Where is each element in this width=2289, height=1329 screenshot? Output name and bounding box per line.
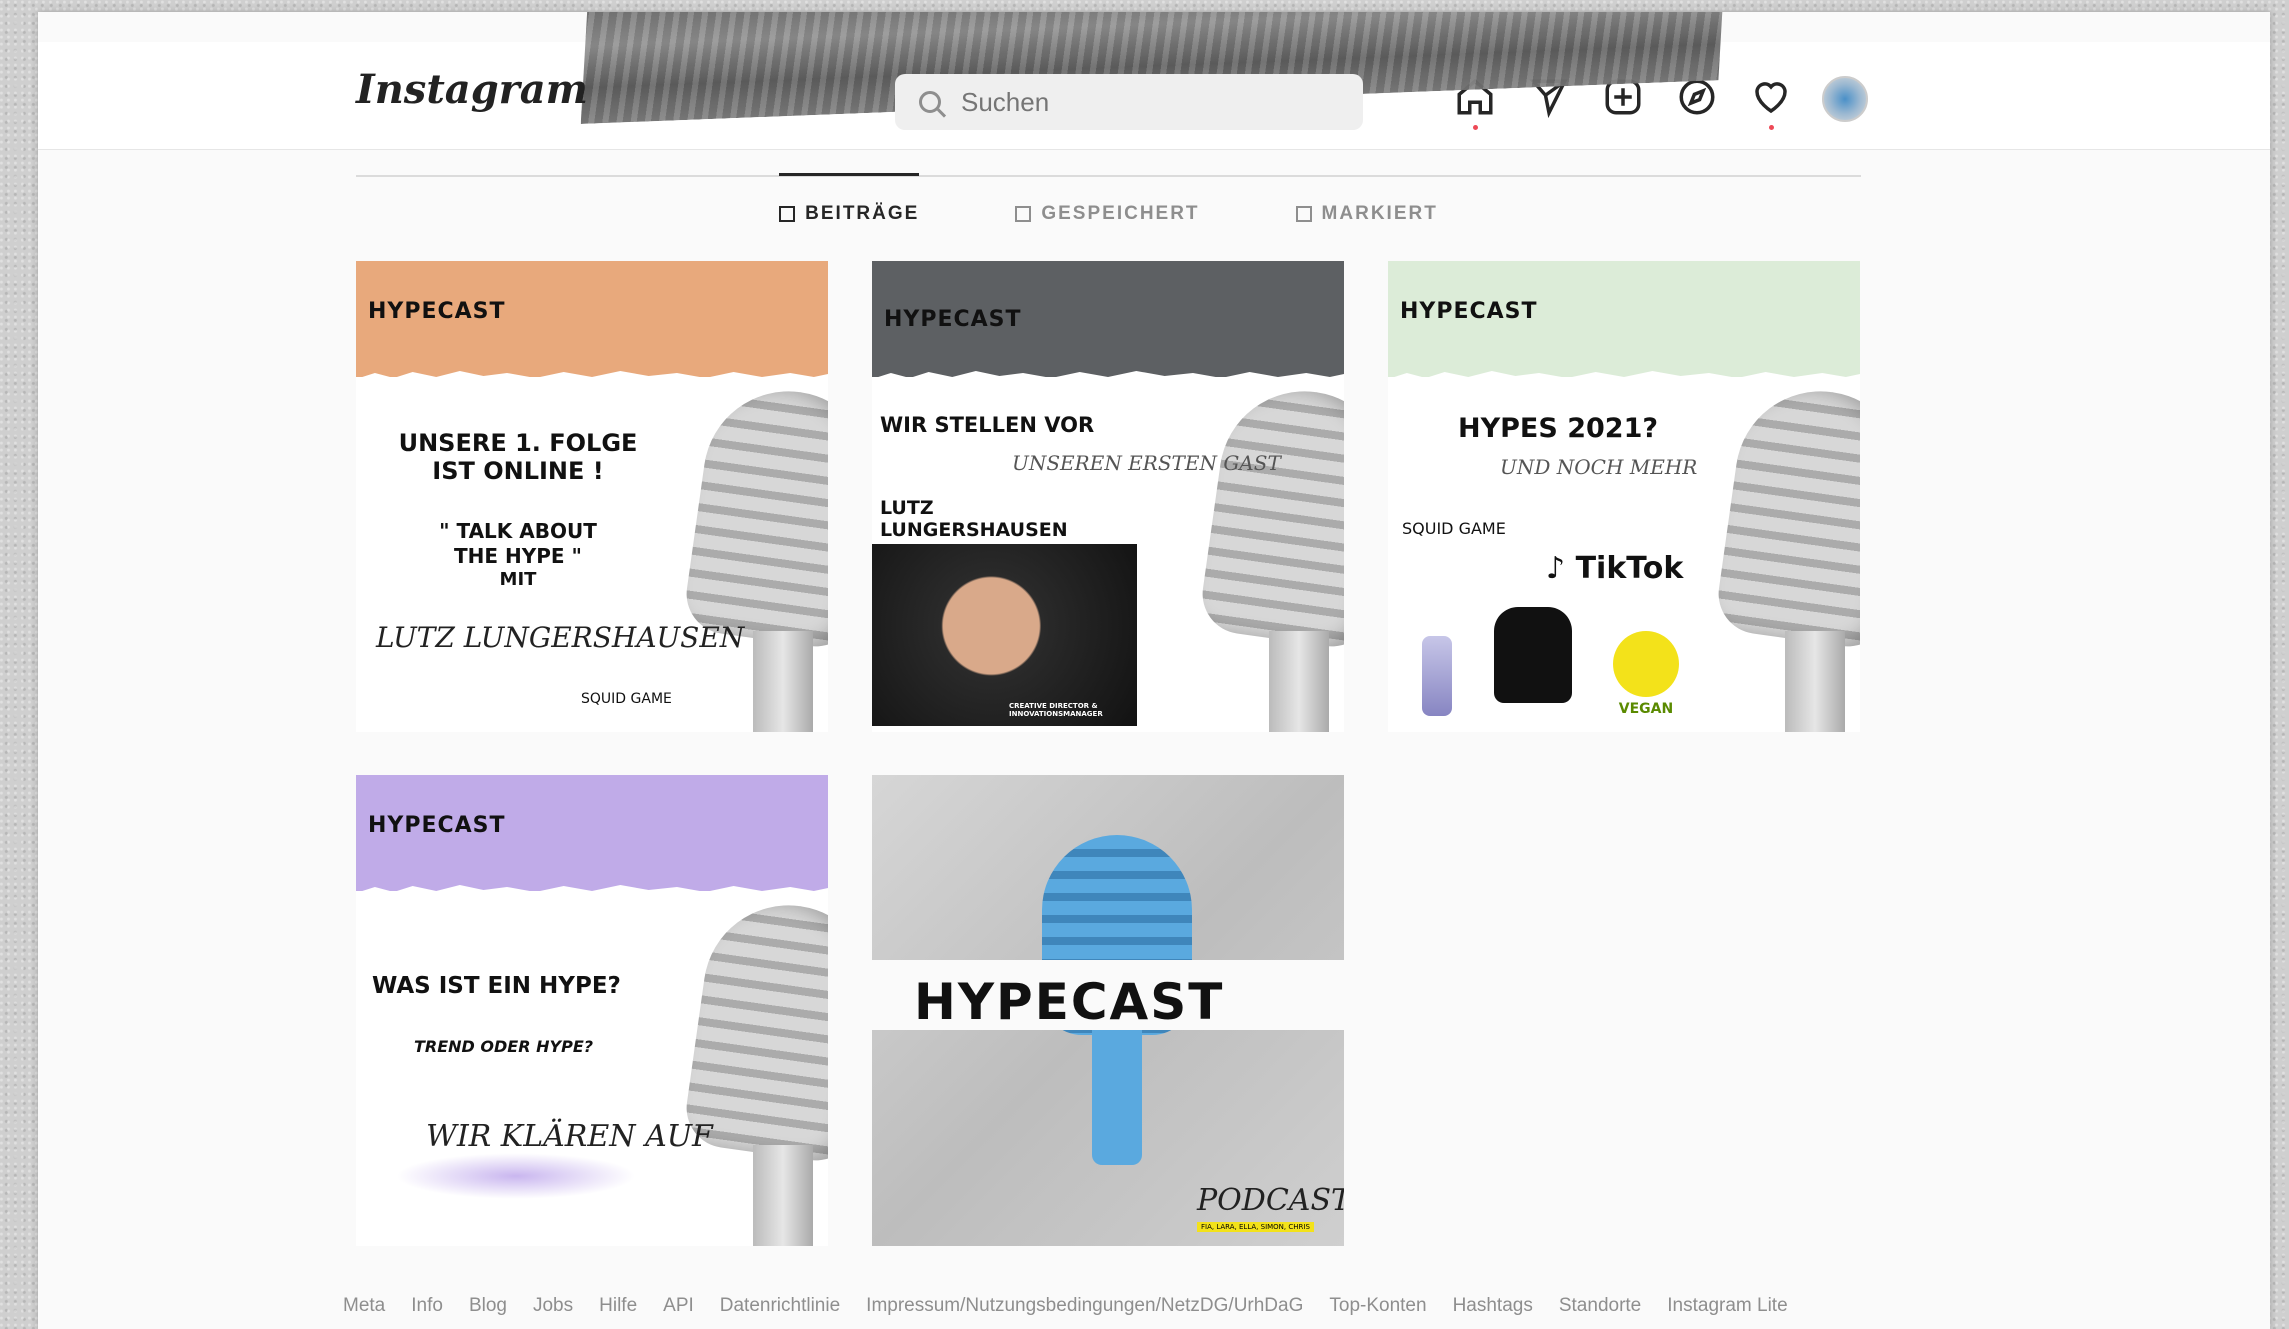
post-subline: TREND ODER HYPE? — [414, 1037, 594, 1056]
post-brand-large: HYPECAST — [914, 973, 1225, 1031]
instagram-logo[interactable]: Instagram — [356, 66, 588, 113]
post-headline: WAS IST EIN HYPE? — [372, 973, 621, 999]
post-brand: HYPECAST — [1400, 299, 1538, 324]
footer-link[interactable]: Info — [411, 1295, 443, 1317]
footer-link[interactable]: Meta — [343, 1295, 385, 1317]
post-guest-name: LUTZ — [880, 497, 934, 519]
post-brand: HYPECAST — [368, 299, 506, 324]
microphone-graphic — [1713, 380, 1860, 732]
explore-icon[interactable] — [1672, 76, 1722, 130]
activity-icon[interactable] — [1746, 76, 1796, 130]
post-text: THE HYPE " — [454, 544, 582, 568]
profile-avatar-button[interactable] — [1820, 76, 1870, 130]
squid-game-logo: SQUID GAME — [1402, 519, 1506, 538]
footer-link[interactable]: Jobs — [533, 1295, 573, 1317]
microphone-graphic — [1197, 380, 1344, 732]
tag-icon — [1295, 206, 1312, 222]
squid-game-logo: SQUID GAME — [581, 691, 672, 707]
post-script-text: UND NOCH MEHR — [1500, 455, 1698, 479]
product-bottle — [1422, 636, 1452, 716]
footer-link[interactable]: Datenrichtlinie — [720, 1295, 840, 1317]
post-tile[interactable]: HYPECAST PODCAST FIA, LARA, ELLA, SIMON,… — [872, 775, 1344, 1246]
footer-links: Meta Info Blog Jobs Hilfe API Datenricht… — [343, 1295, 1788, 1317]
footer-link[interactable]: API — [663, 1295, 694, 1317]
post-script-text: WIR KLÄREN AUF — [426, 1119, 713, 1154]
home-notification-dot — [1473, 125, 1478, 130]
glitter-smudge — [396, 1153, 636, 1199]
post-brand: HYPECAST — [884, 307, 1022, 332]
post-headline: IST ONLINE ! — [432, 457, 604, 485]
post-tile[interactable]: HYPECAST WAS IST EIN HYPE? TREND ODER HY… — [356, 775, 828, 1246]
post-guest-name: LUNGERSHAUSEN — [880, 519, 1068, 541]
vegan-badge — [1613, 631, 1679, 697]
search-input[interactable] — [961, 86, 1321, 118]
tab-posts[interactable]: BEITRÄGE — [779, 173, 920, 235]
post-brand: HYPECAST — [368, 813, 506, 838]
tab-tagged-label: MARKIERT — [1321, 203, 1438, 224]
search-box[interactable] — [895, 74, 1363, 130]
post-headline: UNSERE 1. FOLGE — [398, 429, 638, 457]
activity-notification-dot — [1769, 125, 1774, 130]
tab-tagged[interactable]: MARKIERT — [1295, 175, 1438, 235]
post-headline: WIR STELLEN VOR — [880, 413, 1095, 437]
footer-link[interactable]: Standorte — [1559, 1295, 1641, 1317]
hosts-caption: FIA, LARA, ELLA, SIMON, CHRIS — [1197, 1222, 1314, 1232]
profile-tabs: BEITRÄGE GESPEICHERT MARKIERT — [356, 173, 1861, 235]
footer-link[interactable]: Top-Konten — [1329, 1295, 1426, 1317]
photo-caption: CREATIVE DIRECTOR & INNOVATIONSMANAGER — [1009, 702, 1103, 718]
footer-link[interactable]: Impressum/Nutzungsbedingungen/NetzDG/Urh… — [866, 1295, 1303, 1317]
guest-photo: CREATIVE DIRECTOR & INNOVATIONSMANAGER — [872, 544, 1137, 726]
footer-link[interactable]: Hilfe — [599, 1295, 637, 1317]
footer-link[interactable]: Blog — [469, 1295, 507, 1317]
screenshot-paper: Instagram Suchen BEITRÄGE GESPEICHERT MA… — [38, 12, 2270, 1329]
tab-posts-label: BEITRÄGE — [805, 203, 920, 224]
grid-icon — [779, 206, 796, 222]
post-text: " TALK ABOUT — [439, 519, 597, 543]
post-tile[interactable]: HYPECAST UNSERE 1. FOLGE IST ONLINE ! " … — [356, 261, 828, 732]
product-jacket — [1494, 607, 1572, 703]
footer-link[interactable]: Hashtags — [1453, 1295, 1533, 1317]
footer-link[interactable]: Instagram Lite — [1667, 1295, 1787, 1317]
tiktok-logo: ♪ TikTok — [1546, 551, 1684, 586]
tab-saved[interactable]: GESPEICHERT — [1015, 175, 1199, 235]
tiktok-label: TikTok — [1575, 551, 1684, 586]
post-script-text: LUTZ LUNGERSHAUSEN — [376, 621, 745, 654]
post-tile[interactable]: HYPECAST HYPES 2021? UND NOCH MEHR SQUID… — [1388, 261, 1860, 732]
post-tile[interactable]: HYPECAST WIR STELLEN VOR UNSEREN ERSTEN … — [872, 261, 1344, 732]
microphone-graphic — [681, 380, 828, 732]
post-text: MIT — [499, 569, 537, 590]
avatar — [1822, 76, 1868, 122]
microphone-graphic — [681, 894, 828, 1246]
tab-saved-label: GESPEICHERT — [1041, 203, 1200, 224]
podcast-label: PODCAST — [1197, 1183, 1344, 1218]
vegan-label: VEGAN — [1618, 701, 1674, 717]
bookmark-icon — [1015, 206, 1032, 222]
search-icon — [919, 91, 941, 113]
post-headline: HYPES 2021? — [1458, 413, 1659, 444]
post-script-text: UNSEREN ERSTEN GAST — [1012, 451, 1281, 475]
